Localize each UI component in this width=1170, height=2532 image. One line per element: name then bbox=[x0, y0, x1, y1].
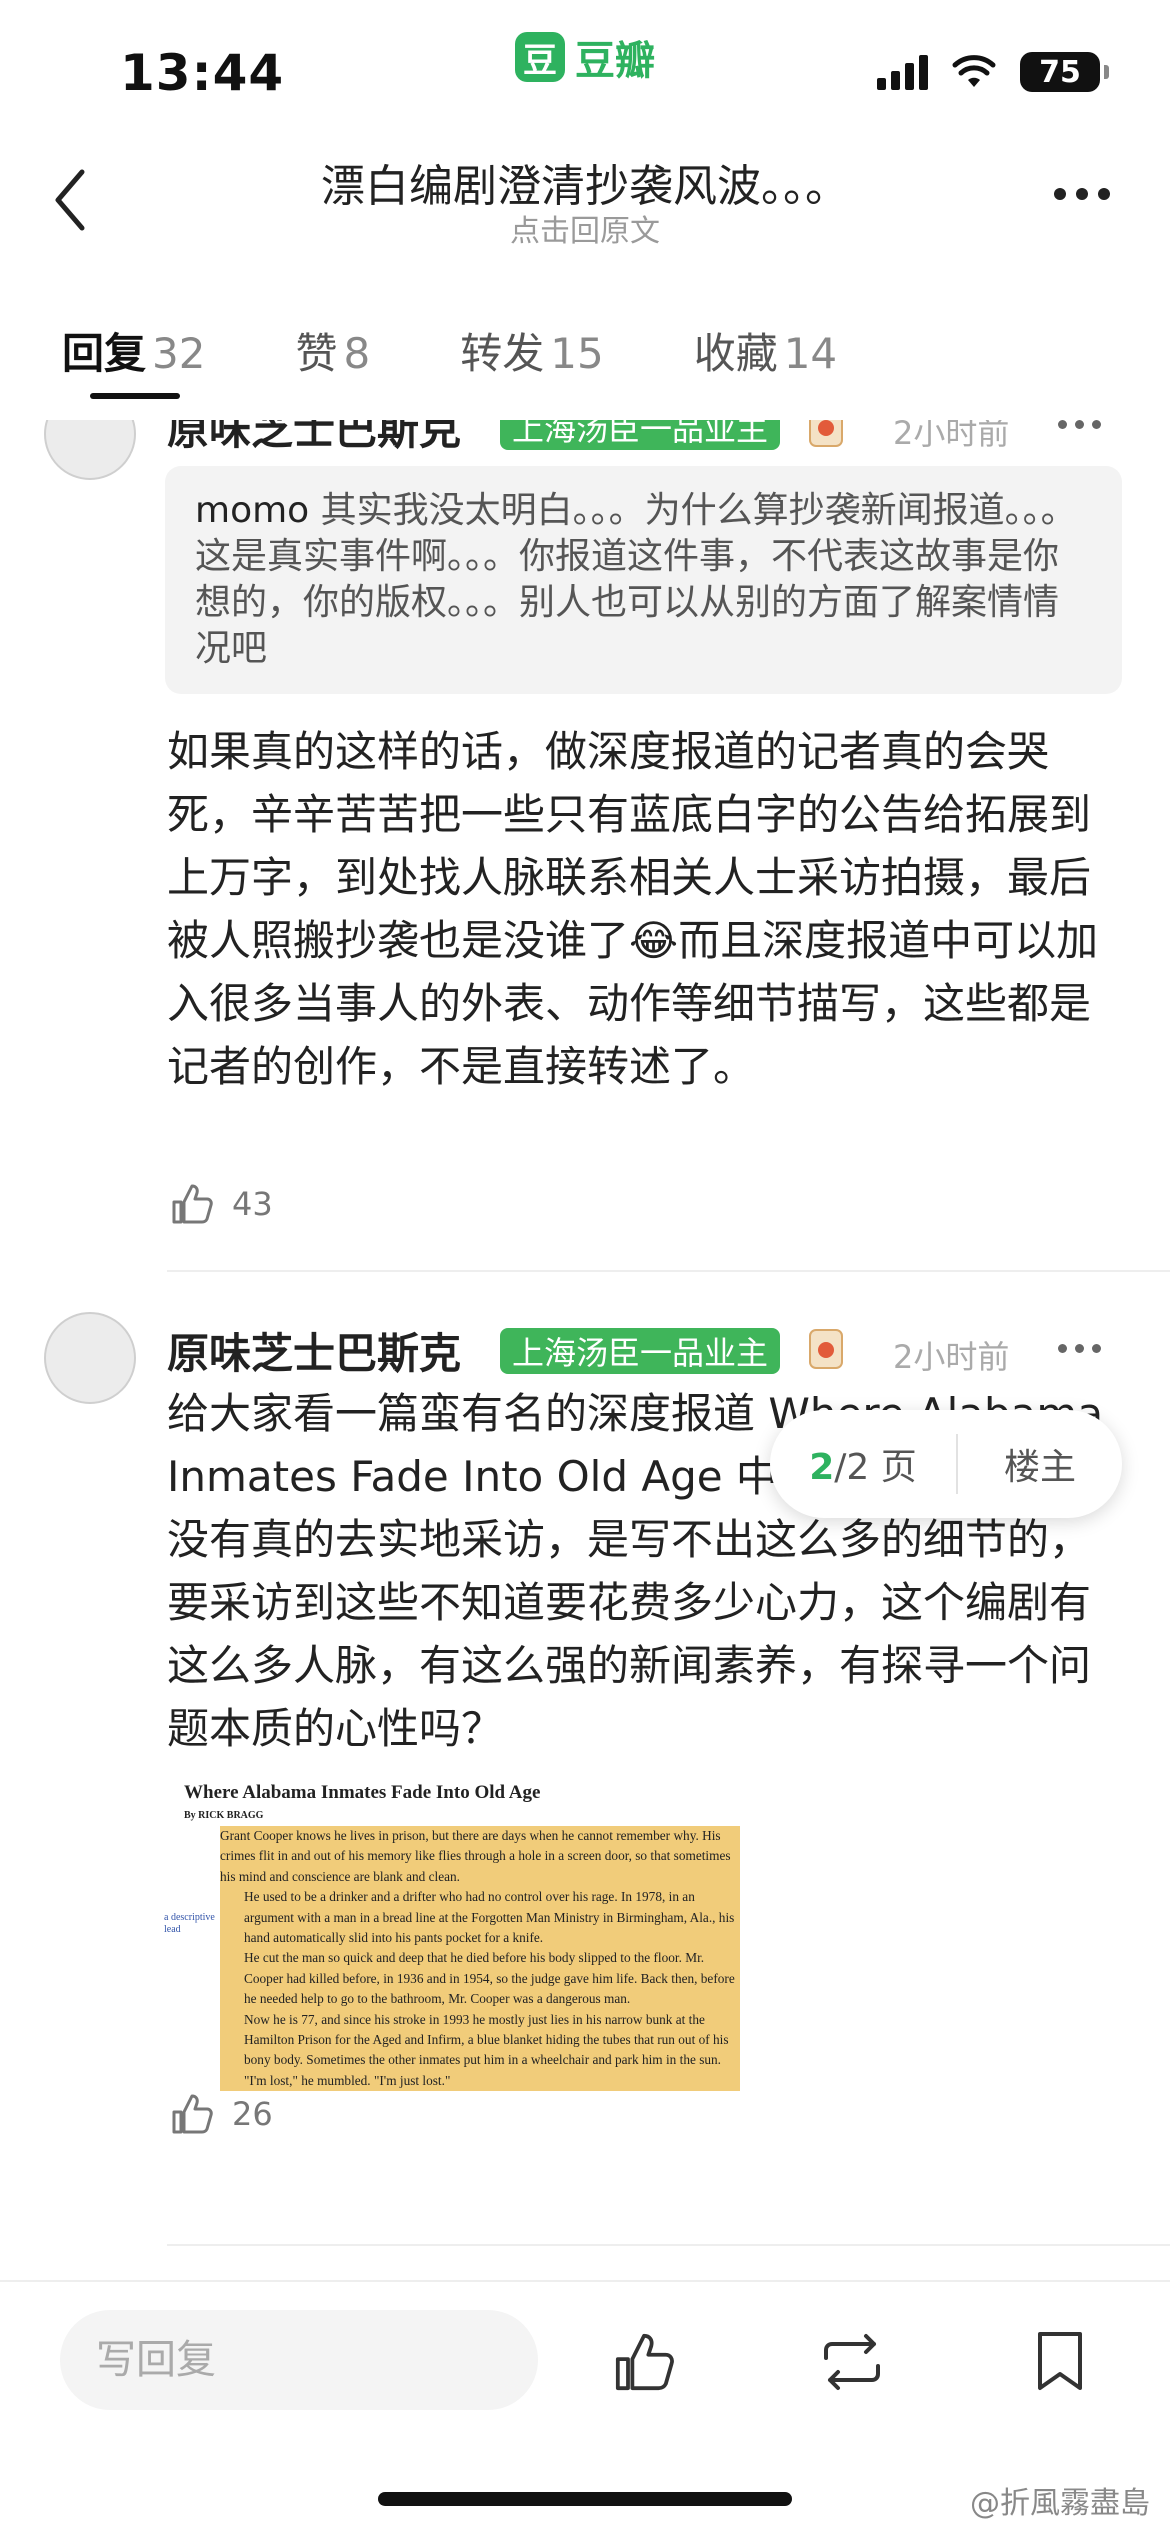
quoted-text: 其实我没太明白。。。为什么算抄袭新闻报道。。。这是真实事件啊。。。你报道这件事，… bbox=[195, 490, 1077, 669]
avatar[interactable] bbox=[44, 1312, 136, 1404]
badge-award-icon bbox=[809, 420, 843, 447]
divider bbox=[167, 1270, 1170, 1272]
tab-replies[interactable]: 回复 32 bbox=[62, 320, 206, 399]
avatar[interactable] bbox=[44, 420, 136, 480]
excerpt-byline: By RICK BRAGG bbox=[184, 1810, 264, 1821]
tab-collections[interactable]: 收藏 14 bbox=[694, 320, 837, 381]
excerpt-side-note: a descriptive lead bbox=[164, 1912, 215, 1935]
watermark: @折風霧盡島 bbox=[970, 2486, 1150, 2521]
thumbs-up-icon bbox=[172, 2094, 213, 2134]
app-name: 豆瓣 bbox=[575, 38, 655, 84]
tab-likes[interactable]: 赞8 bbox=[295, 320, 370, 381]
page-selector[interactable]: 2/2 页 bbox=[770, 1438, 956, 1490]
tab-reposts[interactable]: 转发 15 bbox=[460, 320, 603, 381]
comment-more-icon[interactable] bbox=[1058, 1344, 1101, 1353]
quoted-author: momo bbox=[195, 490, 310, 531]
quoted-reply[interactable]: momo 其实我没太明白。。。为什么算抄袭新闻报道。。。这是真实事件啊。。。你报… bbox=[165, 466, 1122, 694]
like-count: 43 bbox=[232, 1185, 273, 1223]
comment-more-icon[interactable] bbox=[1058, 420, 1101, 429]
more-options-icon[interactable] bbox=[1054, 188, 1110, 200]
douban-logo-icon: 豆 bbox=[515, 32, 565, 82]
like-post-button[interactable] bbox=[604, 2322, 684, 2402]
page-title: 漂白编剧澄清抄袭风波。。。 bbox=[321, 161, 849, 212]
tab-count: 32 bbox=[152, 329, 206, 378]
repost-icon bbox=[824, 2334, 880, 2390]
comment-time: 2小时前 bbox=[893, 420, 1010, 452]
wifi-icon bbox=[952, 55, 996, 87]
current-page: 2 bbox=[809, 1447, 835, 1488]
nav-header: 漂白编剧澄清抄袭风波。。。 点击回原文 bbox=[0, 140, 1170, 270]
home-indicator bbox=[378, 2492, 792, 2506]
bottom-bar: @折風霧盡島 bbox=[0, 2280, 1170, 2532]
page-indicator: 2/2 页 楼主 bbox=[770, 1410, 1122, 1518]
active-tab-indicator bbox=[90, 393, 180, 399]
tab-count: 14 bbox=[783, 329, 838, 378]
comment-body: 如果真的这样的话，做深度报道的记者真的会哭死，辛辛苦苦把一些只有蓝底白字的公告给… bbox=[167, 727, 1099, 1091]
divider bbox=[167, 2244, 1170, 2246]
like-button[interactable]: 43 bbox=[170, 1182, 273, 1226]
like-button[interactable]: 26 bbox=[170, 2092, 273, 2136]
reply-list[interactable]: 原味芝士巴斯克 上海汤臣一品业主 2小时前 momo 其实我没太明白。。。为什么… bbox=[0, 420, 1170, 2280]
tab-count: 15 bbox=[550, 329, 604, 378]
excerpt-paragraph: He cut the man so quick and deep that he… bbox=[220, 1948, 740, 2010]
excerpt-paragraph: "I'm lost," he mumbled. "I'm just lost." bbox=[220, 2070, 740, 2092]
back-to-original-link[interactable]: 点击回原文 bbox=[0, 206, 1170, 250]
comment-author[interactable]: 原味芝士巴斯克 bbox=[167, 420, 461, 457]
tab-label: 回复 bbox=[62, 329, 147, 378]
comment-time: 2小时前 bbox=[893, 1338, 1010, 1376]
like-count: 26 bbox=[232, 2095, 273, 2133]
cellular-signal-icon bbox=[877, 54, 928, 90]
thumbs-up-icon bbox=[172, 1184, 213, 1224]
tab-label: 赞 bbox=[295, 329, 338, 378]
repost-button[interactable] bbox=[812, 2322, 892, 2402]
excerpt-paragraph: He used to be a drinker and a drifter wh… bbox=[220, 1887, 740, 1949]
comment-author[interactable]: 原味芝士巴斯克 bbox=[167, 1320, 461, 1381]
app-badge: 豆 豆瓣 bbox=[515, 28, 655, 86]
thumbs-up-icon bbox=[615, 2333, 674, 2391]
article-excerpt-image[interactable]: Where Alabama Inmates Fade Into Old Age … bbox=[160, 1780, 740, 2092]
status-time: 13:44 bbox=[120, 44, 285, 102]
excerpt-body: Grant Cooper knows he lives in prison, b… bbox=[220, 1826, 740, 2092]
tab-bar: 回复 32 赞8 转发 15 收藏 14 bbox=[62, 320, 837, 399]
status-bar: 13:44 豆 豆瓣 75 bbox=[0, 0, 1170, 140]
excerpt-title: Where Alabama Inmates Fade Into Old Age bbox=[184, 1782, 541, 1803]
bookmark-button[interactable] bbox=[1020, 2322, 1100, 2402]
excerpt-paragraph: Grant Cooper knows he lives in prison, b… bbox=[220, 1826, 740, 1888]
battery-icon: 75 bbox=[1020, 52, 1109, 92]
badge-award-icon bbox=[809, 1329, 843, 1369]
tab-label: 转发 bbox=[460, 329, 545, 378]
reply-input[interactable] bbox=[60, 2310, 538, 2410]
owner-only-button[interactable]: 楼主 bbox=[958, 1438, 1122, 1490]
total-pages: /2 页 bbox=[834, 1447, 917, 1488]
user-badge: 上海汤臣一品业主 bbox=[500, 420, 781, 450]
tab-label: 收藏 bbox=[693, 329, 778, 378]
tab-count: 8 bbox=[343, 329, 371, 378]
user-badge: 上海汤臣一品业主 bbox=[500, 1328, 781, 1374]
excerpt-paragraph: Now he is 77, and since his stroke in 19… bbox=[220, 2009, 740, 2071]
status-icons: 75 bbox=[877, 52, 1109, 92]
bookmark-icon bbox=[1038, 2332, 1082, 2390]
